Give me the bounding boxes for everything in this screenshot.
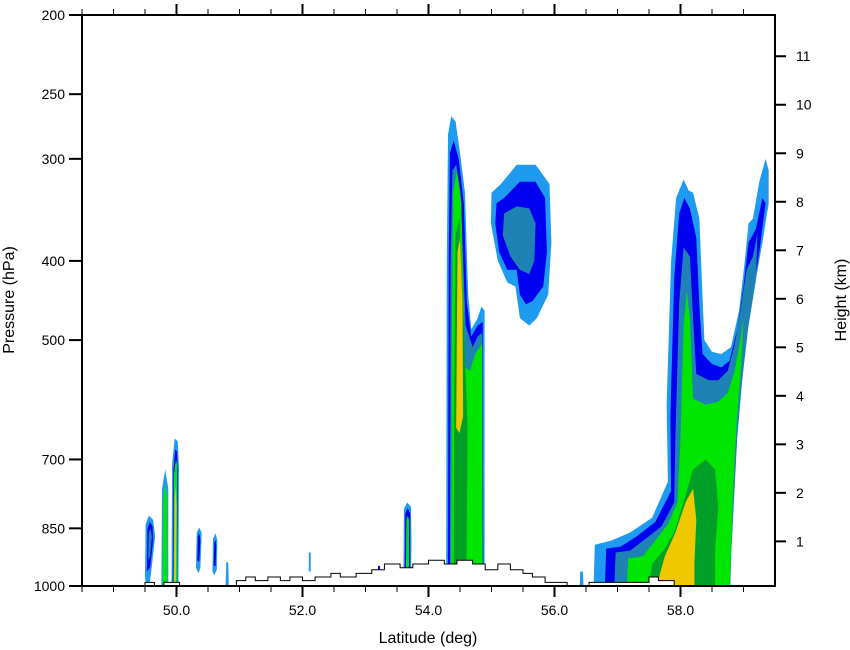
shaded-region-level-0 — [579, 571, 584, 586]
height-tick-label: 5 — [796, 339, 804, 355]
height-tick-label: 8 — [796, 194, 804, 210]
x-tick-label: 54.0 — [415, 602, 442, 618]
pressure-tick-label: 250 — [42, 86, 66, 102]
pressure-tick-label: 200 — [42, 7, 66, 23]
height-tick-label: 11 — [796, 48, 811, 64]
x-tick-label: 56.0 — [541, 602, 568, 618]
contour-chart: 50.0 52.0 54.0 56.0 58.0 200 250 300 400 500 700 8… — [0, 0, 850, 650]
pressure-tick-label: 400 — [42, 253, 66, 269]
x-tick-label: 50.0 — [163, 602, 190, 618]
x-axis-title: Latitude (deg) — [379, 630, 478, 647]
right-axis-title: Height (km) — [833, 259, 850, 342]
pressure-tick-label: 500 — [42, 332, 66, 348]
height-tick-label: 4 — [796, 388, 804, 404]
height-tick-label: 2 — [796, 485, 804, 501]
height-tick-label: 7 — [796, 242, 804, 258]
height-tick-label: 9 — [796, 145, 804, 161]
pressure-tick-label: 700 — [42, 451, 66, 467]
left-axis-title: Pressure (hPa) — [1, 246, 18, 354]
height-tick-label: 1 — [796, 533, 804, 549]
height-tick-label: 6 — [796, 291, 804, 307]
height-tick-label: 3 — [796, 436, 804, 452]
pressure-tick-label: 1000 — [34, 578, 65, 594]
x-tick-label: 52.0 — [289, 602, 316, 618]
pressure-tick-label: 300 — [42, 151, 66, 167]
pressure-tick-label: 850 — [42, 520, 66, 536]
shaded-region-level-0 — [308, 552, 311, 572]
height-tick-label: 10 — [796, 97, 812, 113]
x-tick-label: 58.0 — [667, 602, 694, 618]
